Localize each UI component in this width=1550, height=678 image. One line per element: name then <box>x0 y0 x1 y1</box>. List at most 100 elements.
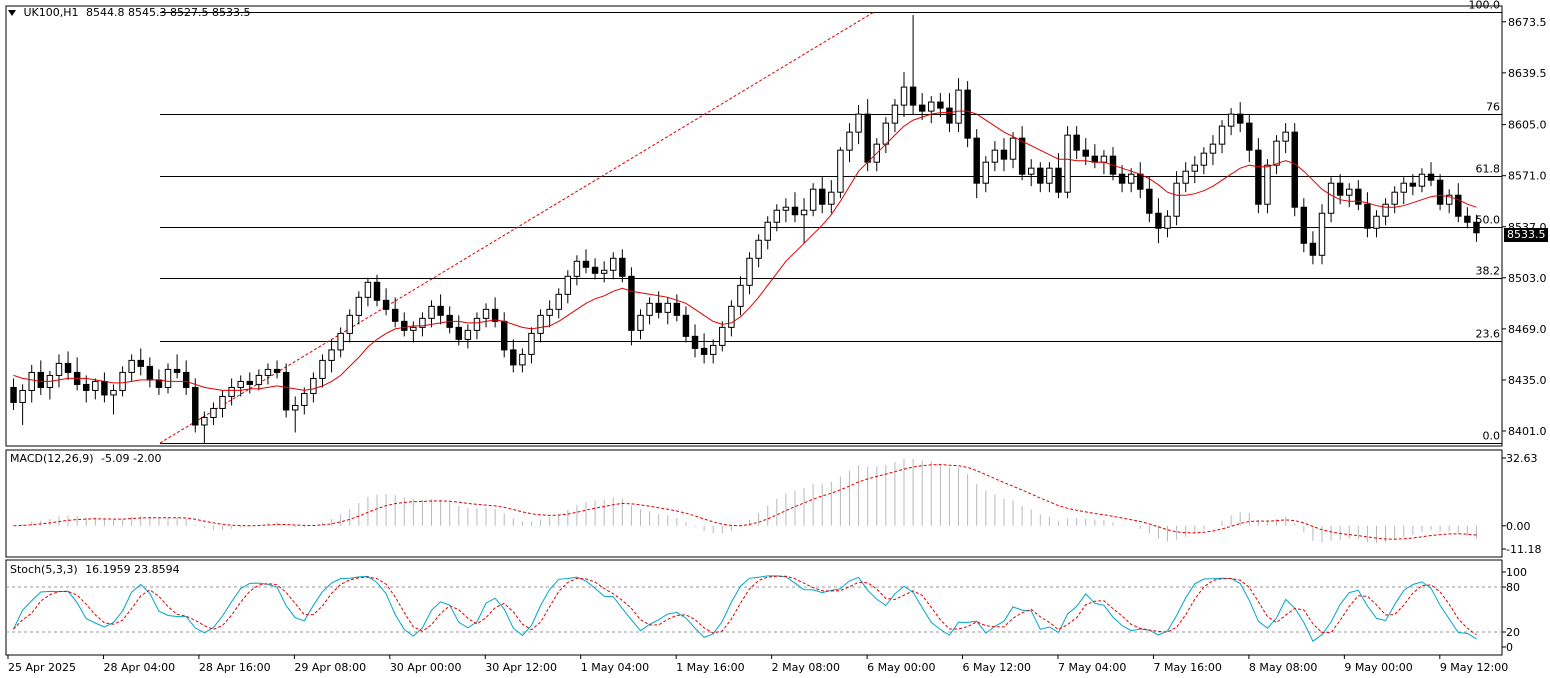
candle-body <box>773 209 781 223</box>
candle-body <box>619 257 626 277</box>
main-pane-frame <box>5 5 1503 447</box>
price-tick-label: 8435.0 <box>1508 374 1547 387</box>
dropdown-arrow-icon[interactable] <box>8 10 16 16</box>
candle-body <box>510 349 517 366</box>
candle-body <box>519 353 526 366</box>
stoch-tick-label: 80 <box>1506 581 1520 594</box>
candle-body <box>809 188 817 211</box>
candle-body <box>937 101 944 109</box>
candle-body <box>1409 182 1417 187</box>
stoch-title: Stoch(5,3,3) 16.1959 23.8594 <box>10 563 184 576</box>
candle-body <box>346 314 353 334</box>
candle-body <box>1209 143 1217 154</box>
candle-body <box>1473 221 1480 234</box>
candle-body <box>500 320 508 351</box>
candle-body <box>1264 164 1271 205</box>
candle-body <box>437 305 444 316</box>
symbol-label: UK100,H1 <box>23 6 79 19</box>
candle-body <box>855 113 862 133</box>
candle-body <box>628 275 635 331</box>
candle-body <box>173 368 181 373</box>
candle-body <box>964 89 971 139</box>
stoch-tick-label: 20 <box>1506 626 1520 639</box>
candle-body <box>201 416 208 426</box>
candle-body <box>1091 155 1099 163</box>
candle-body <box>1436 179 1444 205</box>
candle-body <box>301 392 308 406</box>
candle-body <box>891 104 899 124</box>
chart-root[interactable]: 100.0 76 61.8 50.0 38.2 23.6 0.0 8673.5 8639.5 8… <box>0 0 1550 675</box>
candle-body <box>1336 182 1344 196</box>
candle-body <box>155 379 163 388</box>
time-tick-label: 6 May 00:00 <box>867 661 935 674</box>
candle-body <box>973 137 980 184</box>
candle-body <box>728 305 735 328</box>
candle-body <box>800 209 808 216</box>
time-tick-label: 7 May 16:00 <box>1153 661 1221 674</box>
candle-body <box>591 266 599 274</box>
fib-level-label: 23.6 <box>1476 328 1501 341</box>
candle-body <box>746 257 753 286</box>
candle-body <box>273 368 281 373</box>
candle-body <box>410 326 417 331</box>
candle-body <box>673 302 681 316</box>
candle-body <box>1246 122 1253 151</box>
time-tick-label: 30 Apr 00:00 <box>390 661 462 674</box>
macd-signal-line <box>13 464 1477 540</box>
candle-body <box>782 206 790 211</box>
candle-body <box>237 380 244 388</box>
candle-body <box>1346 188 1353 196</box>
candle-body <box>637 314 644 331</box>
candle-body <box>546 308 553 316</box>
candle-body <box>55 362 63 376</box>
candle-body <box>1382 203 1389 217</box>
candle-body <box>1100 155 1108 163</box>
candle-body <box>682 314 690 337</box>
candle-body <box>955 89 962 124</box>
stoch-pane-frame <box>5 559 1503 656</box>
candle-body <box>355 296 363 316</box>
fib-level-label: 61.8 <box>1476 163 1501 176</box>
candle-body <box>1164 215 1171 229</box>
candle-body <box>1327 182 1335 214</box>
candle-body <box>291 404 299 411</box>
macd-pane-frame <box>5 449 1503 558</box>
candle-body <box>755 239 762 259</box>
candle-body <box>146 365 154 381</box>
candle-body <box>1400 182 1407 193</box>
macd-label: MACD(12,26,9) <box>10 452 94 465</box>
candle-body <box>1055 167 1062 193</box>
candle-body <box>600 269 608 274</box>
stoch-tick-label: 0 <box>1506 641 1513 654</box>
candle-body <box>1046 167 1053 184</box>
candle-body <box>846 131 853 151</box>
fib-level-label: 38.2 <box>1476 265 1501 278</box>
chart-svg[interactable]: 100.07661.850.038.223.60.0 8673.58639.58… <box>0 0 1550 675</box>
macd-tick-label: 0.00 <box>1506 520 1531 533</box>
price-tick-label: 8503.0 <box>1508 272 1547 285</box>
candle-body <box>10 386 17 403</box>
candle-body <box>19 389 26 403</box>
fib-level-label: 76 <box>1486 101 1500 114</box>
candle-body <box>1146 188 1153 214</box>
candle-body <box>1137 173 1144 190</box>
time-tick-label: 28 Apr 16:00 <box>199 661 271 674</box>
time-tick-label: 9 May 12:00 <box>1440 661 1508 674</box>
candle-body <box>1255 149 1262 205</box>
candle-body <box>228 386 235 397</box>
candle-body <box>328 349 335 361</box>
candle-body <box>1464 215 1471 223</box>
time-tick-label: 30 Apr 12:00 <box>485 661 557 674</box>
time-tick-label: 6 May 12:00 <box>963 661 1031 674</box>
stoch-label: Stoch(5,3,3) <box>10 563 78 576</box>
candle-body <box>918 104 926 112</box>
candle-body <box>537 314 544 334</box>
stoch-main-line <box>13 575 1477 642</box>
candle-body <box>1309 242 1317 256</box>
time-tick-label: 2 May 08:00 <box>772 661 840 674</box>
candle-body <box>1291 131 1298 208</box>
candle-body <box>1064 134 1071 193</box>
candle-body <box>310 377 317 394</box>
candle-body <box>1018 137 1026 175</box>
candle-body <box>1037 167 1044 184</box>
